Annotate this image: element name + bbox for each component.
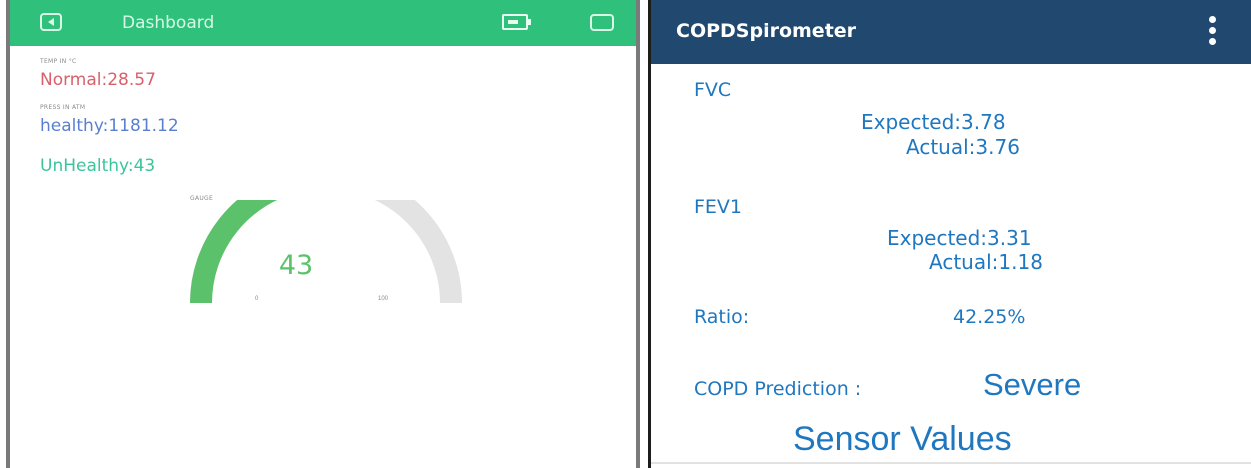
fev1-actual: Actual:1.18: [929, 250, 1043, 274]
unhealthy-value: UnHealthy:43: [40, 156, 156, 176]
fev1-expected: Expected:3.31: [887, 226, 1032, 250]
gauge-max-label: 100: [378, 296, 389, 302]
fev1-heading: FEV1: [694, 196, 743, 218]
dashboard-panel: Dashboard TEMP IN °C Normal:28.57 PRESS …: [6, 0, 640, 468]
gauge-min-label: 0: [255, 296, 259, 302]
app-header: COPDSpirometer: [651, 0, 1251, 64]
fvc-expected: Expected:3.78: [861, 110, 1006, 134]
dashboard-header: Dashboard: [10, 0, 636, 46]
sensor-values-button[interactable]: Sensor Values: [793, 420, 1012, 459]
copd-prediction-label: COPD Prediction :: [694, 378, 862, 400]
pressure-value: healthy:1181.12: [40, 116, 179, 136]
ratio-value: 42.25%: [953, 306, 1026, 328]
gauge-value: 43: [278, 250, 314, 281]
pressure-label: PRESS IN ATM: [40, 104, 86, 111]
back-icon[interactable]: [40, 13, 62, 31]
app-title: COPDSpirometer: [676, 20, 857, 42]
temperature-label: TEMP IN °C: [40, 58, 77, 65]
fvc-heading: FVC: [694, 79, 732, 101]
overflow-menu-icon[interactable]: [1207, 16, 1219, 46]
copd-app-panel: COPDSpirometer FVC Expected:3.78 Actual:…: [648, 0, 1251, 468]
copd-prediction-value: Severe: [983, 367, 1082, 402]
fvc-actual: Actual:3.76: [906, 135, 1020, 159]
window-icon[interactable]: [590, 14, 614, 31]
battery-icon: [502, 14, 531, 30]
temperature-value: Normal:28.57: [40, 70, 156, 90]
dashboard-title: Dashboard: [122, 13, 215, 33]
bottom-divider: [651, 462, 1251, 464]
ratio-label: Ratio:: [694, 306, 750, 328]
